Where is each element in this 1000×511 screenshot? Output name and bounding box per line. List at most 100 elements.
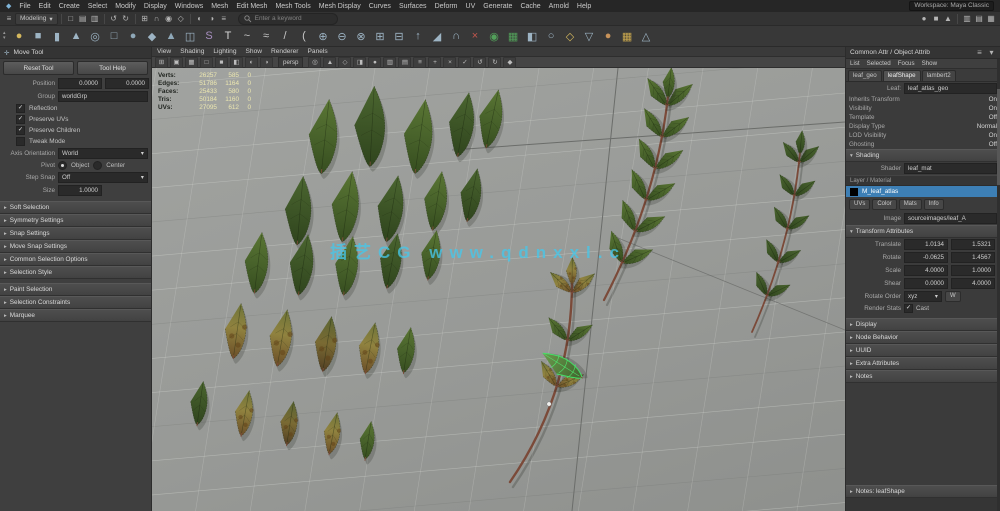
- leaf[interactable]: [264, 307, 299, 373]
- section-common-selection-options[interactable]: ▸Common Selection Options: [0, 253, 151, 266]
- menu-create[interactable]: Create: [59, 3, 80, 10]
- snap-plane-icon[interactable]: ◇: [175, 13, 187, 24]
- viewport-canvas[interactable]: Verts:262575850Edges:5178611640Faces:254…: [152, 68, 845, 511]
- viewcube-icon[interactable]: ◆: [503, 57, 516, 68]
- vp-menu-view[interactable]: View: [157, 48, 171, 55]
- transform-section-header[interactable]: ▾Transform Attributes: [846, 225, 1000, 238]
- poly-torus-icon[interactable]: ◎: [86, 27, 105, 45]
- textured-icon[interactable]: ◧: [230, 57, 243, 68]
- ae-section-notes[interactable]: ▸Notes: [846, 370, 1000, 383]
- normals-icon[interactable]: △: [637, 27, 656, 45]
- compound-leaf[interactable]: [751, 130, 823, 337]
- platonic-solid-icon[interactable]: ◆: [143, 27, 162, 45]
- section-soft-selection[interactable]: ▸Soft Selection: [0, 201, 151, 214]
- bridge-icon[interactable]: ∩: [447, 27, 466, 45]
- leaf[interactable]: [419, 169, 454, 237]
- vp-menu-shading[interactable]: Shading: [180, 48, 204, 55]
- section-move-snap-settings[interactable]: ▸Move Snap Settings: [0, 240, 151, 253]
- menu-select[interactable]: Select: [88, 3, 107, 10]
- field-chart-icon[interactable]: +: [428, 57, 441, 68]
- attr-value[interactable]: Normal: [977, 123, 997, 130]
- menu-surfaces[interactable]: Surfaces: [399, 3, 427, 10]
- camera-lock-icon[interactable]: ●: [368, 57, 381, 68]
- menu-toggle-icon[interactable]: ≡: [3, 13, 15, 24]
- ep-curve-icon[interactable]: ≈: [257, 27, 276, 45]
- node-name-field[interactable]: leaf_atlas_geo: [904, 83, 997, 94]
- wireframe-icon[interactable]: □: [200, 57, 213, 68]
- axis-orientation-dropdown[interactable]: World▾: [58, 148, 148, 159]
- pencil-curve-icon[interactable]: /: [276, 27, 295, 45]
- pin-panel-icon[interactable]: ≡: [975, 47, 984, 58]
- vp-menu-show[interactable]: Show: [246, 48, 263, 55]
- transform-field-a[interactable]: 0.0000: [904, 278, 948, 289]
- radio-object[interactable]: [58, 161, 67, 170]
- step-snap-dropdown[interactable]: Off▾: [58, 172, 148, 183]
- leaf[interactable]: [455, 166, 489, 228]
- section-marquee[interactable]: ▸Marquee: [0, 309, 151, 322]
- shaded-icon[interactable]: ■: [215, 57, 228, 68]
- cast-shadows-checkbox[interactable]: ✓: [904, 304, 913, 313]
- xray-icon[interactable]: ◨: [353, 57, 366, 68]
- attr-value[interactable]: Off: [989, 114, 997, 121]
- shadows-icon[interactable]: ◑: [260, 57, 273, 68]
- leaf[interactable]: [352, 85, 390, 172]
- group-field[interactable]: worldGrp: [58, 91, 148, 102]
- text-tool-icon[interactable]: T: [219, 27, 238, 45]
- leaf[interactable]: [240, 231, 274, 300]
- target-weld-icon[interactable]: ◉: [485, 27, 504, 45]
- safe-action-icon[interactable]: ×: [443, 57, 456, 68]
- checkbox-preserve-children[interactable]: ✓: [16, 126, 25, 135]
- node-tab-leafshape[interactable]: leafShape: [883, 70, 921, 81]
- transform-field-b[interactable]: 4.0000: [951, 278, 995, 289]
- poly-plane-icon[interactable]: □: [105, 27, 124, 45]
- select-hierarchy-icon[interactable]: ●: [918, 13, 930, 24]
- ae-section-node-behavior[interactable]: ▸Node Behavior: [846, 331, 1000, 344]
- menu-arnold[interactable]: Arnold: [549, 3, 569, 10]
- transform-field-b[interactable]: 1.4567: [951, 252, 995, 263]
- multi-cut-icon[interactable]: ×: [466, 27, 485, 45]
- smooth-icon[interactable]: ○: [542, 27, 561, 45]
- menu-uv[interactable]: UV: [466, 3, 476, 10]
- menu-display[interactable]: Display: [144, 3, 167, 10]
- section-selection-style[interactable]: ▸Selection Style: [0, 266, 151, 279]
- crease-icon[interactable]: ◇: [561, 27, 580, 45]
- snap-point-icon[interactable]: ◉: [163, 13, 175, 24]
- menu-modify[interactable]: Modify: [115, 3, 136, 10]
- menu-mesh[interactable]: Mesh: [211, 3, 228, 10]
- ae-section-uuid[interactable]: ▸UUID: [846, 344, 1000, 357]
- transform-field-a[interactable]: -0.0625: [904, 252, 948, 263]
- ae-section-extra-attributes[interactable]: ▸Extra Attributes: [846, 357, 1000, 370]
- attribute-editor-toggle-icon[interactable]: ▤: [973, 13, 985, 24]
- ipr-render-icon[interactable]: ◑: [206, 13, 218, 24]
- search-input[interactable]: Enter a keyword: [238, 13, 338, 25]
- redo-icon[interactable]: ↻: [120, 13, 132, 24]
- boolean-union-icon[interactable]: ⊕: [314, 27, 333, 45]
- cv-curve-icon[interactable]: ~: [238, 27, 257, 45]
- attr-value[interactable]: On: [989, 132, 997, 139]
- vp-menu-lighting[interactable]: Lighting: [213, 48, 236, 55]
- position-y-field[interactable]: 0.0000: [105, 78, 149, 89]
- leaf[interactable]: [472, 87, 510, 155]
- quad-draw-icon[interactable]: ▦: [504, 27, 523, 45]
- render-icon[interactable]: ◐: [194, 13, 206, 24]
- bevel-icon[interactable]: ◢: [428, 27, 447, 45]
- selected-material-row[interactable]: M_leaf_atlas: [846, 186, 1000, 197]
- vp-menu-renderer[interactable]: Renderer: [271, 48, 299, 55]
- shader-field[interactable]: leaf_mat: [904, 163, 997, 174]
- shelf-tab-switch-icon[interactable]: ▴▾: [3, 31, 6, 41]
- mini-tab-info[interactable]: Info: [924, 199, 944, 210]
- poly-cube-icon[interactable]: ■: [29, 27, 48, 45]
- mirror-icon[interactable]: ◧: [523, 27, 542, 45]
- attr-value[interactable]: On: [989, 105, 997, 112]
- poly-cylinder-icon[interactable]: ▮: [48, 27, 67, 45]
- snap-curve-icon[interactable]: ∩: [151, 13, 163, 24]
- select-component-icon[interactable]: ▲: [942, 13, 954, 24]
- ae-menu-selected[interactable]: Selected: [867, 60, 891, 67]
- world-space-button[interactable]: W: [945, 291, 961, 302]
- compound-leaf[interactable]: [604, 68, 698, 305]
- tool-settings-toggle-icon[interactable]: ▦: [985, 13, 997, 24]
- safe-title-icon[interactable]: ✓: [458, 57, 471, 68]
- poly-cone-icon[interactable]: ▲: [67, 27, 86, 45]
- menu-help[interactable]: Help: [577, 3, 591, 10]
- section-snap-settings[interactable]: ▸Snap Settings: [0, 227, 151, 240]
